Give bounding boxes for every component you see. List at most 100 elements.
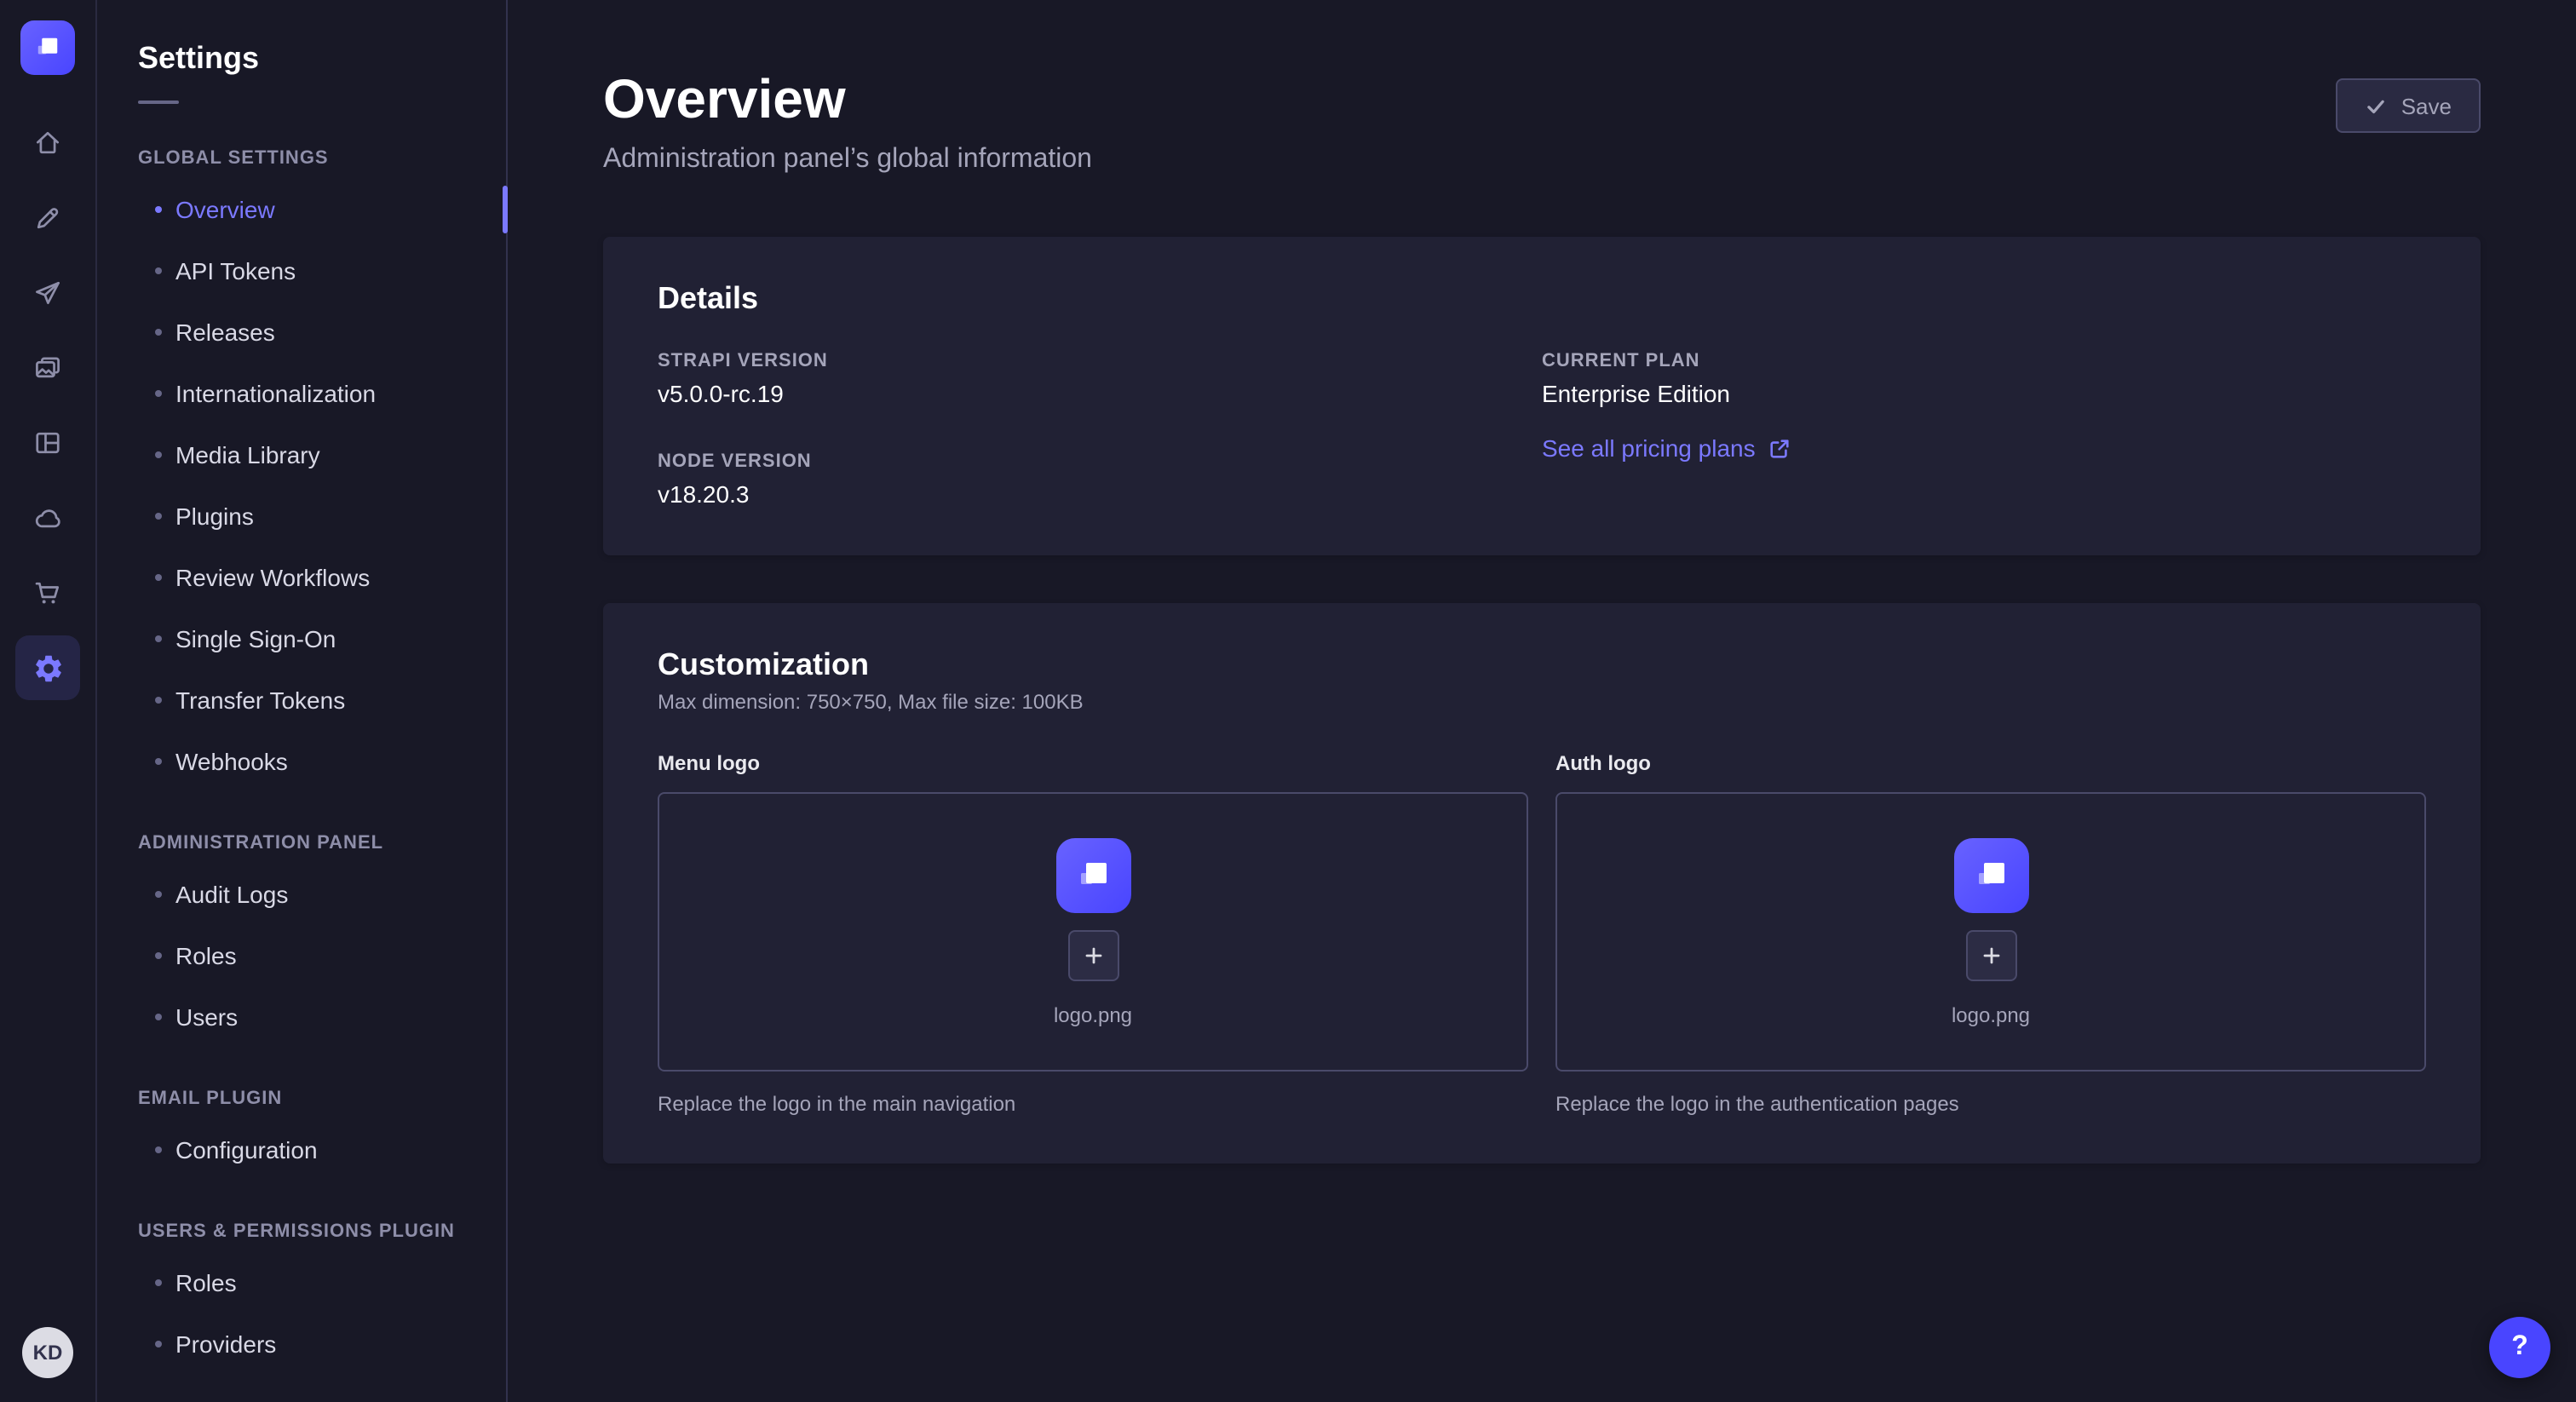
nav-marketplace-button[interactable] [15, 560, 80, 625]
logo-uploads: Menu logo logo [658, 748, 2426, 1116]
external-link-icon [1769, 437, 1791, 459]
bullet-icon [155, 635, 162, 642]
layout-icon [32, 428, 63, 458]
check-icon [2366, 95, 2388, 117]
auth-logo-label: Auth logo [1555, 751, 1651, 775]
bullet-icon [155, 758, 162, 765]
sidebar-item-label: Releases [175, 319, 275, 346]
page-header-text: Overview Administration panel’s global i… [603, 68, 1092, 175]
sidebar-item-transfer-tokens[interactable]: Transfer Tokens [97, 669, 506, 731]
cloud-icon [32, 503, 63, 533]
nav-cloud-button[interactable] [15, 486, 80, 550]
menu-logo-preview [1055, 837, 1130, 912]
bullet-icon [155, 1014, 162, 1020]
pricing-link[interactable]: See all pricing plans [1542, 434, 1791, 462]
sidebar-item-label: Review Workflows [175, 564, 370, 591]
bullet-icon [155, 952, 162, 959]
menu-logo-hint: Replace the logo in the main navigation [658, 1092, 1528, 1116]
sidebar-item-users[interactable]: Users [97, 986, 506, 1048]
sidebar-item-overview[interactable]: Overview [97, 179, 506, 240]
menu-logo-label: Menu logo [658, 751, 760, 775]
sidebar-item-configuration[interactable]: Configuration [97, 1119, 506, 1181]
sidebar-item-internationalization[interactable]: Internationalization [97, 363, 506, 424]
change-menu-logo-button[interactable] [1067, 929, 1118, 980]
strapi-home-button[interactable] [20, 20, 75, 75]
current-plan-field: CURRENT PLAN Enterprise Edition [1542, 351, 1730, 407]
sidebar-item-providers[interactable]: Providers [97, 1313, 506, 1375]
sidebar-section-header: EMAIL PLUGIN [97, 1089, 506, 1109]
bullet-icon [155, 1146, 162, 1153]
field-label: CURRENT PLAN [1542, 351, 1730, 371]
settings-title: Settings [97, 41, 506, 77]
save-button-label: Save [2401, 93, 2452, 118]
nav-content-type-builder-button[interactable] [15, 411, 80, 475]
sidebar-item-up-roles[interactable]: Roles [97, 1252, 506, 1313]
menu-logo-field: Menu logo logo [658, 748, 1528, 1116]
sidebar-item-media-library[interactable]: Media Library [97, 424, 506, 486]
auth-logo-field: Auth logo logo [1555, 748, 2426, 1116]
gear-icon [32, 652, 64, 684]
settings-sidebar: Settings GLOBAL SETTINGS Overview API To… [97, 0, 508, 1402]
bullet-icon [155, 390, 162, 397]
nav-settings-button[interactable] [15, 635, 80, 700]
bullet-icon [155, 1279, 162, 1286]
sidebar-item-label: Audit Logs [175, 881, 288, 908]
field-value: v5.0.0-rc.19 [658, 380, 828, 407]
details-right-column: CURRENT PLAN Enterprise Edition See all … [1542, 351, 2426, 508]
details-left-column: STRAPI VERSION v5.0.0-rc.19 NODE VERSION… [658, 351, 1542, 508]
nav-deploy-button[interactable] [15, 261, 80, 325]
menu-logo-filename: logo.png [1054, 1003, 1132, 1026]
details-card: Details STRAPI VERSION v5.0.0-rc.19 NODE… [603, 237, 2481, 555]
sidebar-item-webhooks[interactable]: Webhooks [97, 731, 506, 792]
field-value: Enterprise Edition [1542, 380, 1730, 407]
question-icon: ? [2511, 1332, 2528, 1363]
app-root: KD Settings GLOBAL SETTINGS Overview API… [0, 0, 2576, 1402]
sidebar-item-review-workflows[interactable]: Review Workflows [97, 547, 506, 608]
divider [138, 101, 179, 104]
sidebar-item-admin-roles[interactable]: Roles [97, 925, 506, 986]
shopping-cart-icon [32, 577, 63, 608]
page-subtitle: Administration panel’s global informatio… [603, 145, 1092, 175]
images-icon [32, 353, 63, 383]
sidebar-item-audit-logs[interactable]: Audit Logs [97, 864, 506, 925]
nav-home-button[interactable] [15, 111, 80, 175]
help-button[interactable]: ? [2489, 1317, 2550, 1378]
pricing-link-label: See all pricing plans [1542, 434, 1756, 462]
sidebar-item-label: Plugins [175, 503, 254, 530]
change-auth-logo-button[interactable] [1965, 929, 2016, 980]
sidebar-item-releases[interactable]: Releases [97, 302, 506, 363]
sidebar-item-plugins[interactable]: Plugins [97, 486, 506, 547]
bullet-icon [155, 513, 162, 520]
sidebar-item-label: Configuration [175, 1136, 318, 1164]
save-button[interactable]: Save [2337, 78, 2481, 133]
field-label: NODE VERSION [658, 451, 812, 472]
paper-plane-icon [32, 278, 63, 308]
menu-logo-dropzone[interactable]: logo.png [658, 792, 1528, 1072]
auth-logo-dropzone[interactable]: logo.png [1555, 792, 2426, 1072]
sidebar-section-header: GLOBAL SETTINGS [97, 148, 506, 169]
details-card-title: Details [658, 281, 2426, 317]
sidebar-item-label: Overview [175, 196, 275, 223]
main-nav-rail: KD [0, 0, 97, 1402]
details-grid: STRAPI VERSION v5.0.0-rc.19 NODE VERSION… [658, 351, 2426, 508]
sidebar-item-single-sign-on[interactable]: Single Sign-On [97, 608, 506, 669]
strapi-logo-icon [1072, 854, 1113, 895]
sidebar-item-label: API Tokens [175, 257, 296, 284]
nav-content-manager-button[interactable] [15, 186, 80, 250]
user-avatar[interactable]: KD [22, 1327, 73, 1378]
sidebar-section-administration-panel: ADMINISTRATION PANEL Audit Logs Roles Us… [97, 833, 506, 1048]
field-label: STRAPI VERSION [658, 351, 828, 371]
customization-card-subtitle: Max dimension: 750×750, Max file size: 1… [658, 690, 2426, 714]
nav-media-library-button[interactable] [15, 336, 80, 400]
sidebar-section-global-settings: GLOBAL SETTINGS Overview API Tokens Rele… [97, 148, 506, 792]
strapi-logo-icon [32, 32, 63, 63]
sidebar-item-api-tokens[interactable]: API Tokens [97, 240, 506, 302]
sidebar-section-users-permissions-plugin: USERS & PERMISSIONS PLUGIN Roles Provide… [97, 1221, 506, 1375]
sidebar-item-label: Webhooks [175, 748, 288, 775]
auth-logo-hint: Replace the logo in the authentication p… [1555, 1092, 2426, 1116]
bullet-icon [155, 574, 162, 581]
node-version-field: NODE VERSION v18.20.3 [658, 451, 812, 508]
plus-icon [1083, 945, 1103, 965]
auth-logo-preview [1953, 837, 2028, 912]
sidebar-item-label: Single Sign-On [175, 625, 336, 652]
